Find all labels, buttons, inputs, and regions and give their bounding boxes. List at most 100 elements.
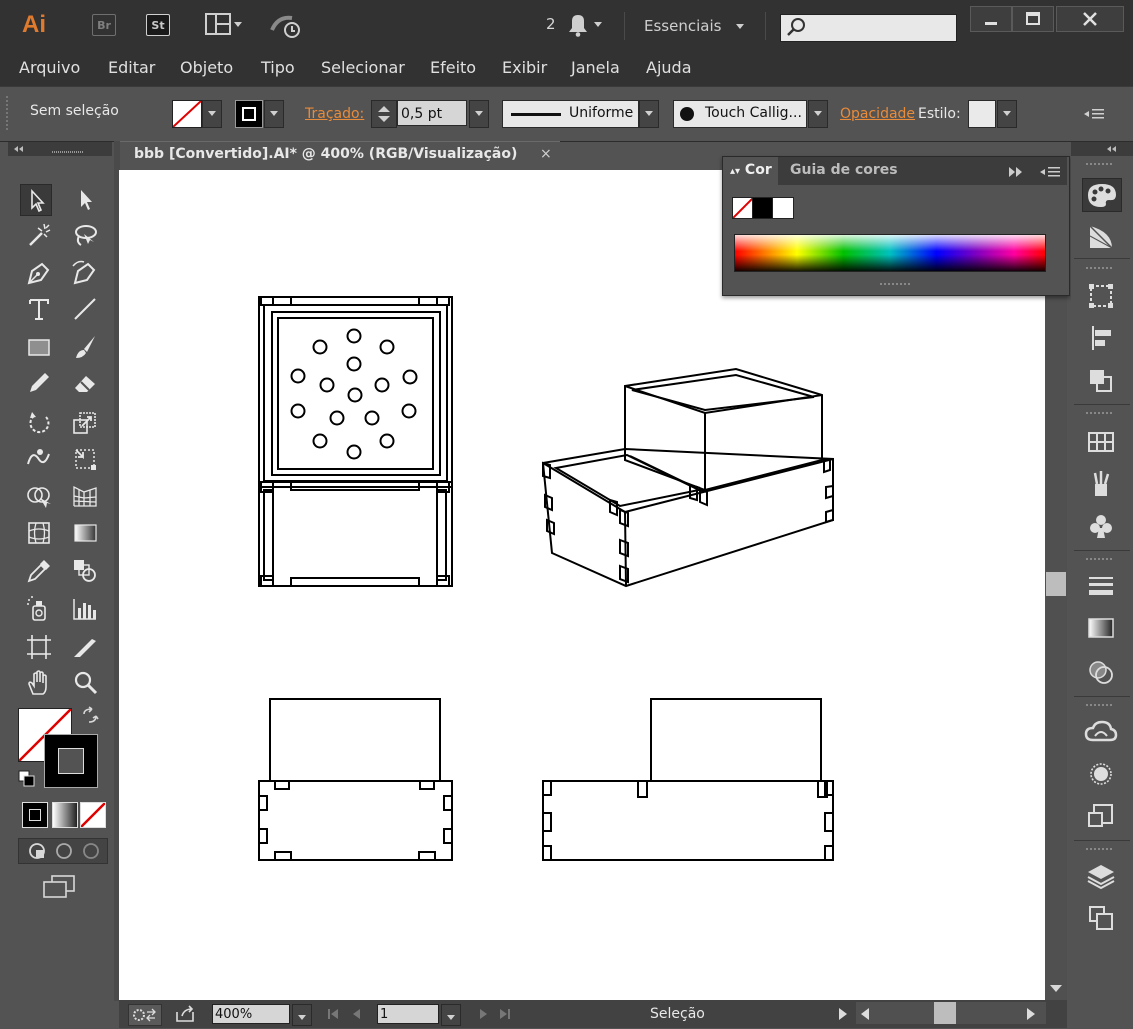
dock-grip[interactable] bbox=[1086, 163, 1112, 168]
none-color-swatch[interactable] bbox=[732, 197, 754, 219]
dock-grip[interactable] bbox=[1086, 558, 1112, 563]
default-fill-stroke-icon[interactable] bbox=[18, 770, 36, 788]
free-transform-tool[interactable] bbox=[70, 444, 100, 474]
eyedropper-tool[interactable] bbox=[24, 556, 54, 586]
scroll-left-icon[interactable] bbox=[858, 1005, 872, 1023]
panel-menu-icon[interactable] bbox=[1082, 104, 1108, 124]
none-mode-button[interactable] bbox=[80, 802, 106, 828]
vertical-scroll-thumb[interactable] bbox=[1046, 572, 1066, 596]
style-dropdown-arrow[interactable] bbox=[997, 100, 1017, 128]
artboard-tool[interactable] bbox=[24, 632, 54, 662]
stroke-dropdown-arrow[interactable] bbox=[264, 100, 284, 128]
tools-panel-header[interactable] bbox=[8, 142, 112, 156]
screen-mode-icon[interactable] bbox=[42, 874, 76, 900]
artboard-number-field[interactable]: 1 bbox=[377, 1004, 439, 1024]
chevron-down-icon[interactable] bbox=[736, 24, 744, 29]
zoom-dropdown-arrow[interactable] bbox=[292, 1004, 312, 1026]
variable-width-profile-select[interactable]: Uniforme bbox=[502, 100, 639, 128]
menu-arquivo[interactable]: Arquivo bbox=[19, 58, 80, 77]
color-spectrum[interactable] bbox=[734, 234, 1046, 272]
brush-definition-select[interactable]: Touch Callig... bbox=[673, 100, 807, 128]
tab-color-guide[interactable]: Guia de cores bbox=[790, 162, 898, 178]
document-title[interactable]: bbb [Convertido].AI* @ 400% (RGB/Visuali… bbox=[134, 146, 517, 162]
collapse-panel-icon[interactable] bbox=[1005, 164, 1027, 180]
pathfinder-icon[interactable] bbox=[1082, 364, 1120, 396]
black-color-swatch[interactable] bbox=[752, 197, 774, 219]
align-icon[interactable] bbox=[1082, 322, 1120, 354]
dock-grip[interactable] bbox=[1086, 848, 1112, 853]
minimize-button[interactable] bbox=[970, 6, 1012, 32]
workspace-switcher[interactable]: Essenciais bbox=[644, 17, 721, 35]
zoom-tool[interactable] bbox=[70, 668, 100, 698]
dock-grip[interactable] bbox=[1086, 267, 1112, 272]
menu-objeto[interactable]: Objeto bbox=[180, 58, 233, 77]
transparency-icon[interactable] bbox=[1082, 656, 1120, 688]
stroke-panel-link[interactable]: Traçado: bbox=[305, 106, 364, 122]
stroke-weight-stepper[interactable] bbox=[371, 100, 397, 128]
gpu-performance-icon[interactable] bbox=[268, 12, 304, 40]
stroke-weight-dropdown[interactable] bbox=[469, 100, 489, 128]
creative-cloud-libraries-icon[interactable] bbox=[1082, 716, 1120, 748]
current-tool-status[interactable]: Seleção bbox=[650, 1006, 705, 1022]
color-guide-icon[interactable] bbox=[1082, 220, 1120, 252]
zoom-level-field[interactable]: 400% bbox=[212, 1004, 290, 1024]
magic-wand-tool[interactable] bbox=[24, 220, 54, 250]
dock-grip[interactable] bbox=[1086, 704, 1112, 709]
artboards-icon[interactable] bbox=[1082, 902, 1120, 934]
gradient-tool[interactable] bbox=[70, 518, 100, 548]
stroke-indicator[interactable] bbox=[44, 734, 98, 788]
bell-icon[interactable] bbox=[563, 12, 605, 38]
shape-builder-tool[interactable] bbox=[24, 482, 54, 512]
scroll-down-icon[interactable] bbox=[1046, 978, 1066, 998]
selection-tool[interactable] bbox=[20, 184, 52, 216]
slice-tool[interactable] bbox=[70, 632, 100, 662]
line-segment-tool[interactable] bbox=[70, 294, 100, 324]
layers-icon[interactable] bbox=[1082, 860, 1120, 892]
rotate-tool[interactable] bbox=[24, 408, 54, 438]
color-mode-button[interactable] bbox=[22, 802, 48, 828]
mesh-tool[interactable] bbox=[24, 518, 54, 548]
direct-selection-tool[interactable] bbox=[70, 184, 100, 214]
close-button[interactable] bbox=[1056, 6, 1124, 32]
blend-tool[interactable] bbox=[70, 556, 100, 586]
scroll-right-icon[interactable] bbox=[1024, 1005, 1038, 1023]
document-close-button[interactable]: × bbox=[540, 146, 552, 162]
hand-tool[interactable] bbox=[24, 668, 54, 698]
opacity-panel-link[interactable]: Opacidade bbox=[840, 106, 915, 122]
brushes-icon[interactable] bbox=[1082, 468, 1120, 500]
warp-tool[interactable] bbox=[24, 444, 54, 474]
gradient-panel-icon[interactable] bbox=[1082, 612, 1120, 644]
eraser-tool[interactable] bbox=[70, 368, 100, 398]
scale-tool[interactable] bbox=[70, 408, 100, 438]
gpu-toggle-icon[interactable] bbox=[128, 1004, 162, 1026]
curvature-tool[interactable] bbox=[70, 258, 100, 288]
rectangle-tool[interactable] bbox=[24, 332, 54, 362]
symbols-icon[interactable] bbox=[1082, 510, 1120, 542]
pen-tool[interactable] bbox=[24, 258, 54, 288]
status-menu-arrow-icon[interactable] bbox=[836, 1005, 850, 1023]
stock-button[interactable]: St bbox=[146, 14, 170, 36]
brush-dropdown-arrow[interactable] bbox=[808, 100, 828, 128]
bridge-button[interactable]: Br bbox=[92, 14, 116, 36]
image-trace-icon[interactable] bbox=[1082, 800, 1120, 832]
type-tool[interactable] bbox=[24, 294, 54, 324]
stroke-weight-field[interactable]: 0,5 pt bbox=[397, 100, 467, 126]
graphic-style-swatch[interactable] bbox=[968, 100, 996, 128]
lasso-tool[interactable] bbox=[70, 220, 100, 250]
menu-exibir[interactable]: Exibir bbox=[502, 58, 547, 77]
gradient-mode-button[interactable] bbox=[52, 802, 78, 828]
profile-dropdown-arrow[interactable] bbox=[639, 100, 659, 128]
menu-efeito[interactable]: Efeito bbox=[430, 58, 476, 77]
next-last-artboard-icon[interactable] bbox=[470, 1005, 522, 1023]
perspective-grid-tool[interactable] bbox=[70, 482, 100, 512]
swatches-icon[interactable] bbox=[1082, 426, 1120, 458]
symbol-sprayer-tool[interactable] bbox=[24, 594, 54, 624]
white-color-swatch[interactable] bbox=[772, 197, 794, 219]
fill-color-swatch[interactable] bbox=[172, 100, 202, 128]
pencil-tool[interactable] bbox=[24, 368, 54, 398]
stroke-panel-icon[interactable] bbox=[1082, 570, 1120, 602]
menu-janela[interactable]: Janela bbox=[571, 58, 620, 77]
swap-fill-stroke-icon[interactable] bbox=[80, 706, 100, 726]
horizontal-scroll-thumb[interactable] bbox=[934, 1002, 956, 1024]
panel-resize-grip[interactable] bbox=[880, 283, 910, 289]
